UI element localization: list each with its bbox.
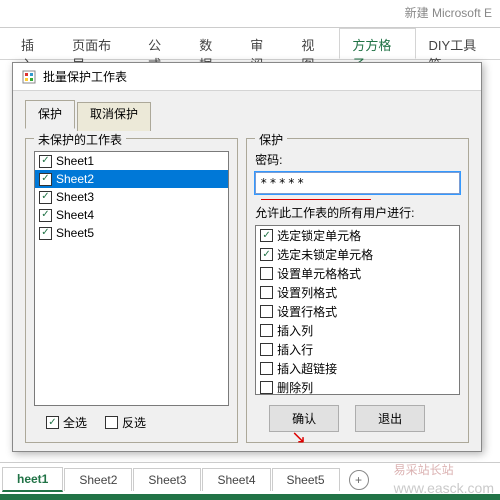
permission-item[interactable]: 插入超链接 — [256, 359, 459, 378]
protect-dialog: 批量保护工作表 保护 取消保护 未保护的工作表 Sheet1Sheet2Shee… — [12, 62, 482, 452]
permission-item[interactable]: 插入列 — [256, 321, 459, 340]
right-panel: 保护 密码: 允许此工作表的所有用户进行: 选定锁定单元格选定未锁定单元格设置单… — [246, 138, 469, 443]
check-icon — [39, 209, 52, 222]
ribbon-tab-数据[interactable]: 数据 — [186, 28, 237, 59]
ribbon-tab-页面布局[interactable]: 页面布局 — [59, 28, 135, 59]
check-icon — [260, 229, 273, 242]
ok-button[interactable]: 确认 — [269, 405, 339, 432]
sheet-tab[interactable]: Sheet5 — [272, 468, 340, 491]
permission-item[interactable]: 设置单元格格式 — [256, 264, 459, 283]
left-panel: 未保护的工作表 Sheet1Sheet2Sheet3Sheet4Sheet5 全… — [25, 138, 238, 443]
permissions-label: 允许此工作表的所有用户进行: — [255, 204, 460, 221]
sheet-tab[interactable]: heet1 — [2, 467, 63, 492]
permission-item[interactable]: 删除列 — [256, 378, 459, 395]
ribbon-tab-插入[interactable]: 插入 — [8, 28, 59, 59]
permission-item[interactable]: 设置行格式 — [256, 302, 459, 321]
dialog-title: 批量保护工作表 — [43, 68, 127, 85]
check-icon — [260, 286, 273, 299]
sheet-item[interactable]: Sheet5 — [35, 224, 228, 242]
dialog-buttons: 确认 退出 — [255, 405, 460, 432]
workbook-sheet-tabs: heet1Sheet2Sheet3Sheet4Sheet5 + — [0, 462, 500, 492]
sheet-item[interactable]: Sheet2 — [35, 170, 228, 188]
permission-item[interactable]: 选定未锁定单元格 — [256, 245, 459, 264]
permissions-list[interactable]: 选定锁定单元格选定未锁定单元格设置单元格格式设置列格式设置行格式插入列插入行插入… — [255, 225, 460, 395]
permission-item[interactable]: 设置列格式 — [256, 283, 459, 302]
check-icon — [46, 416, 59, 429]
tab-unprotect[interactable]: 取消保护 — [77, 102, 151, 131]
check-icon — [260, 305, 273, 318]
permission-item[interactable]: 选定锁定单元格 — [256, 226, 459, 245]
sheet-item[interactable]: Sheet1 — [35, 152, 228, 170]
select-all-checkbox[interactable]: 全选 — [46, 414, 87, 431]
sheet-tab[interactable]: Sheet3 — [133, 468, 201, 491]
check-icon — [260, 381, 273, 394]
check-icon — [260, 267, 273, 280]
sheet-item[interactable]: Sheet3 — [35, 188, 228, 206]
dialog-body: 未保护的工作表 Sheet1Sheet2Sheet3Sheet4Sheet5 全… — [13, 128, 481, 455]
add-sheet-button[interactable]: + — [349, 470, 369, 490]
ribbon-tab-审阅[interactable]: 审阅 — [237, 28, 288, 59]
ribbon-tab-视图[interactable]: 视图 — [288, 28, 339, 59]
dialog-tabs: 保护 取消保护 — [13, 91, 481, 128]
sheet-item[interactable]: Sheet4 — [35, 206, 228, 224]
annotation-line — [261, 199, 371, 200]
right-panel-title: 保护 — [255, 131, 287, 148]
password-label: 密码: — [255, 151, 460, 168]
status-bar — [0, 494, 500, 500]
ribbon-tab-DIY工具箱[interactable]: DIY工具箱 — [416, 28, 500, 59]
check-icon — [260, 324, 273, 337]
sheet-tab[interactable]: Sheet2 — [64, 468, 132, 491]
invert-checkbox[interactable]: 反选 — [105, 414, 146, 431]
app-icon — [21, 69, 37, 85]
check-icon — [39, 173, 52, 186]
left-panel-title: 未保护的工作表 — [34, 131, 126, 148]
password-input[interactable] — [255, 172, 460, 194]
cancel-button[interactable]: 退出 — [355, 405, 425, 432]
check-icon — [39, 191, 52, 204]
check-icon — [39, 227, 52, 240]
ribbon: 插入页面布局公式数据审阅视图方方格子DIY工具箱 — [0, 28, 500, 60]
app-titlebar: 新建 Microsoft E — [0, 0, 500, 28]
check-icon — [260, 343, 273, 356]
check-icon — [39, 155, 52, 168]
tab-protect[interactable]: 保护 — [25, 100, 75, 129]
unprotected-sheets-list[interactable]: Sheet1Sheet2Sheet3Sheet4Sheet5 — [34, 151, 229, 406]
sheet-tab[interactable]: Sheet4 — [202, 468, 270, 491]
check-icon — [260, 248, 273, 261]
selection-controls: 全选 反选 — [34, 414, 229, 431]
window-title: 新建 Microsoft E — [405, 6, 492, 20]
check-icon — [105, 416, 118, 429]
dialog-titlebar[interactable]: 批量保护工作表 — [13, 63, 481, 91]
ribbon-tab-方方格子[interactable]: 方方格子 — [339, 28, 415, 59]
check-icon — [260, 362, 273, 375]
ribbon-tab-公式[interactable]: 公式 — [135, 28, 186, 59]
permission-item[interactable]: 插入行 — [256, 340, 459, 359]
